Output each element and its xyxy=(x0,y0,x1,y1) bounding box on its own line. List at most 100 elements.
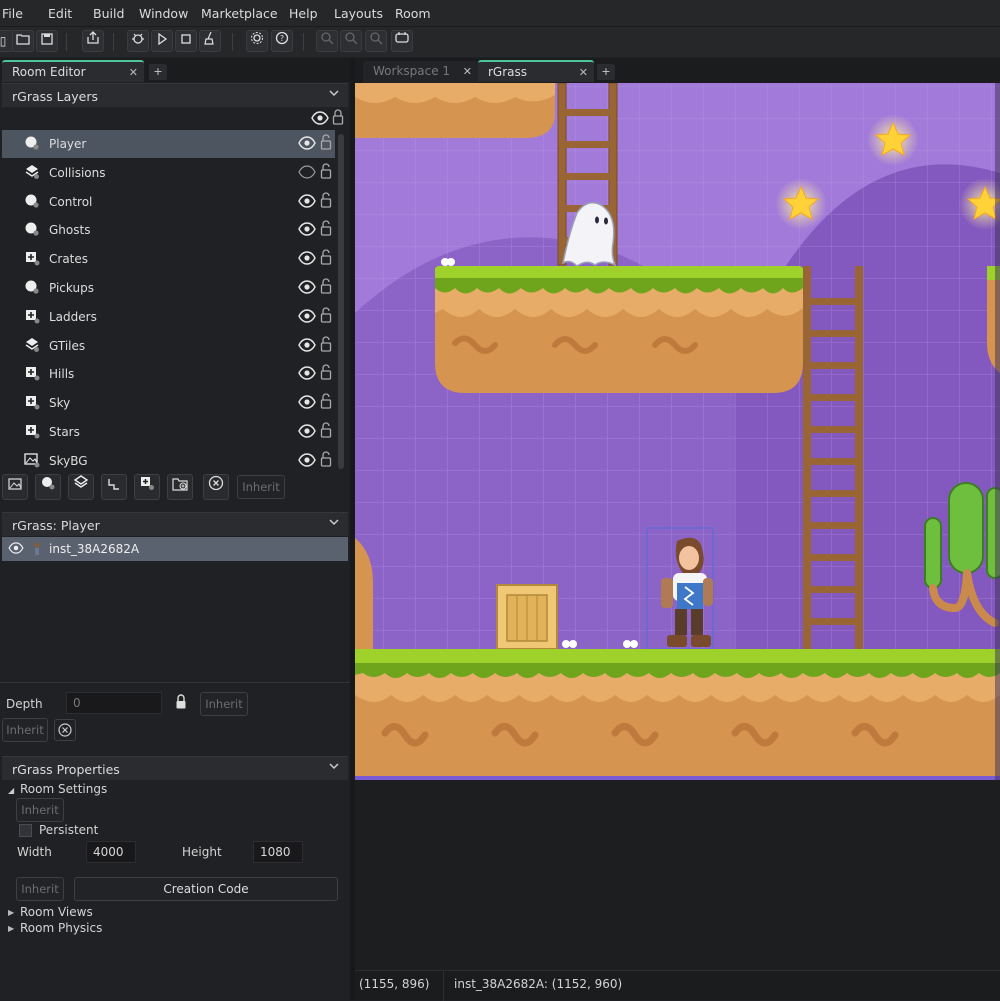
instance-row[interactable]: inst_38A2682A xyxy=(2,537,348,561)
visibility-eye-icon[interactable] xyxy=(298,136,316,150)
help-icon[interactable]: ? xyxy=(271,30,293,52)
visibility-eye-icon[interactable] xyxy=(298,165,316,179)
instance-eye-icon[interactable] xyxy=(8,542,24,557)
menu-layouts[interactable]: Layouts xyxy=(334,6,383,21)
creation-code-button[interactable]: Creation Code xyxy=(74,877,338,901)
close-icon[interactable]: ✕ xyxy=(463,65,472,78)
visibility-eye-icon[interactable] xyxy=(298,193,316,208)
menu-build[interactable]: Build xyxy=(93,6,124,21)
layer-row-ghosts[interactable]: Ghosts xyxy=(2,216,335,244)
show-all-eye-icon[interactable] xyxy=(311,111,329,128)
visibility-eye-icon[interactable] xyxy=(298,280,316,294)
inherit-creation-code-button[interactable]: Inherit xyxy=(16,877,64,901)
visibility-eye-icon[interactable] xyxy=(298,366,316,381)
layer-row-ladders[interactable]: Ladders xyxy=(2,303,335,331)
chevron-down-icon[interactable] xyxy=(328,760,340,775)
layer-row-player[interactable]: Player xyxy=(2,130,335,158)
visibility-eye-icon[interactable] xyxy=(298,309,316,323)
depth-input[interactable]: 0 xyxy=(66,692,162,714)
persistent-checkbox[interactable] xyxy=(19,824,32,837)
debug-icon[interactable] xyxy=(127,30,149,52)
menu-window[interactable]: Window xyxy=(139,6,188,21)
room-canvas[interactable] xyxy=(355,83,1000,780)
layer-row-collisions[interactable]: Collisions xyxy=(2,159,335,187)
close-icon[interactable]: ✕ xyxy=(129,66,138,79)
visibility-eye-icon[interactable] xyxy=(298,222,316,237)
chevron-down-icon[interactable] xyxy=(328,516,340,531)
add-tab-button[interactable]: + xyxy=(597,64,615,80)
lock-icon[interactable] xyxy=(320,422,332,438)
lock-icon[interactable] xyxy=(320,364,332,381)
menu-edit[interactable]: Edit xyxy=(48,6,72,21)
room-views-label[interactable]: Room Views xyxy=(20,905,93,919)
lock-icon[interactable] xyxy=(320,278,332,294)
zoom-out-icon[interactable] xyxy=(340,30,362,52)
menu-file[interactable]: File xyxy=(2,6,23,21)
layers-panel-header[interactable]: rGrass Layers xyxy=(2,83,348,107)
inherit-instance-button[interactable]: Inherit xyxy=(2,718,48,742)
zoom-in-icon[interactable] xyxy=(316,30,338,52)
lock-icon[interactable] xyxy=(320,393,332,409)
lock-icon[interactable] xyxy=(175,694,187,713)
lock-icon[interactable] xyxy=(320,451,332,467)
visibility-eye-icon[interactable] xyxy=(298,251,316,265)
gamepad-icon[interactable] xyxy=(391,30,413,52)
menu-marketplace[interactable]: Marketplace xyxy=(201,6,278,21)
inherit-room-settings-button[interactable]: Inherit xyxy=(16,798,64,822)
visibility-eye-icon[interactable] xyxy=(298,395,316,409)
layer-row-stars[interactable]: Stars xyxy=(2,418,335,446)
layer-row-pickups[interactable]: Pickups xyxy=(2,274,335,302)
layer-list-scrollbar[interactable] xyxy=(338,134,344,469)
lock-icon[interactable] xyxy=(320,163,332,179)
menu-room[interactable]: Room xyxy=(395,6,431,21)
layer-row-control[interactable]: Control xyxy=(2,188,335,216)
room-views-expand-icon[interactable]: ▶ xyxy=(8,908,14,917)
add-asset-layer-icon[interactable] xyxy=(134,474,160,500)
width-input[interactable]: 4000 xyxy=(86,841,136,863)
lock-icon[interactable] xyxy=(320,220,332,237)
tab-room-editor[interactable]: Room Editor ✕ xyxy=(2,60,144,82)
room-physics-label[interactable]: Room Physics xyxy=(20,921,102,935)
delete-layer-icon[interactable] xyxy=(203,474,229,500)
inherit-depth-button[interactable]: Inherit xyxy=(200,692,248,716)
layer-row-gtiles[interactable]: GTiles xyxy=(2,332,335,360)
lock-icon[interactable] xyxy=(320,134,332,150)
save-icon[interactable] xyxy=(36,30,58,52)
lock-icon[interactable] xyxy=(320,192,332,208)
stop-icon[interactable] xyxy=(175,30,197,52)
open-folder-icon[interactable] xyxy=(12,30,34,52)
layer-row-crates[interactable]: Crates xyxy=(2,245,335,273)
instances-panel-header[interactable]: rGrass: Player xyxy=(2,512,348,536)
tab-workspace[interactable]: Workspace 1 ✕ xyxy=(363,61,478,83)
room-settings-expand-icon[interactable]: ◢ xyxy=(8,786,14,795)
settings-gear-icon[interactable] xyxy=(246,30,268,52)
zoom-reset-icon[interactable] xyxy=(365,30,387,52)
visibility-eye-icon[interactable] xyxy=(298,453,316,467)
add-background-layer-icon[interactable] xyxy=(2,474,28,500)
layer-row-hills[interactable]: Hills xyxy=(2,360,335,388)
height-input[interactable]: 1080 xyxy=(253,841,303,863)
tab-rgrass[interactable]: rGrass ✕ xyxy=(478,60,594,82)
visibility-eye-icon[interactable] xyxy=(298,337,316,352)
room-physics-expand-icon[interactable]: ▶ xyxy=(8,924,14,933)
add-folder-icon[interactable] xyxy=(167,474,193,500)
clean-icon[interactable] xyxy=(199,30,221,52)
lock-all-icon[interactable] xyxy=(332,109,344,128)
add-instance-layer-icon[interactable] xyxy=(35,474,61,500)
run-icon[interactable] xyxy=(151,30,173,52)
layer-row-skybg[interactable]: SkyBG xyxy=(2,447,335,475)
inherit-layers-button[interactable]: Inherit xyxy=(237,475,285,499)
room-settings-label[interactable]: Room Settings xyxy=(20,782,107,796)
properties-panel-header[interactable]: rGrass Properties xyxy=(2,756,348,780)
lock-icon[interactable] xyxy=(320,249,332,265)
package-icon[interactable] xyxy=(82,30,104,52)
add-tile-layer-icon[interactable] xyxy=(68,474,94,500)
visibility-eye-icon[interactable] xyxy=(298,424,316,438)
add-path-layer-icon[interactable] xyxy=(101,474,127,500)
close-icon[interactable]: ✕ xyxy=(579,66,588,79)
menu-help[interactable]: Help xyxy=(289,6,318,21)
layer-row-sky[interactable]: Sky xyxy=(2,389,335,417)
lock-icon[interactable] xyxy=(320,307,332,323)
chevron-down-icon[interactable] xyxy=(328,87,340,102)
lock-icon[interactable] xyxy=(320,336,332,352)
